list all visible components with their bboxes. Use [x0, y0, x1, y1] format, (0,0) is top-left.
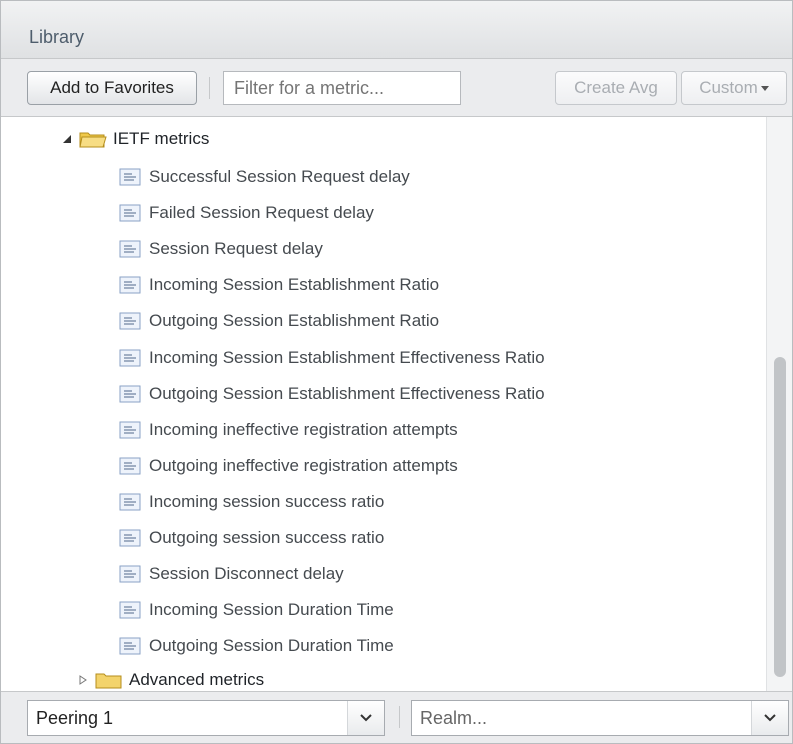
realm-select[interactable]: Realm...	[411, 700, 789, 736]
folder-open-icon	[79, 132, 107, 148]
tree-item-metric[interactable]: Session Disconnect delay	[119, 557, 344, 591]
folder-label: IETF metrics	[113, 129, 210, 148]
metric-label: Incoming session success ratio	[149, 491, 385, 511]
tree-item-metric[interactable]: Outgoing Session Duration Time	[119, 629, 394, 663]
metric-doc-icon	[119, 565, 141, 583]
chevron-down-icon[interactable]	[751, 701, 788, 735]
metric-label: Outgoing Session Establishment Effective…	[149, 383, 545, 403]
metric-doc-icon	[119, 349, 141, 366]
folder-closed-icon	[95, 673, 122, 689]
custom-dropdown-button[interactable]: Custom	[681, 71, 787, 105]
metric-doc-icon	[119, 457, 141, 475]
metric-label: Outgoing session success ratio	[149, 528, 385, 547]
tree-item-metric[interactable]: Outgoing ineffective registration attemp…	[119, 449, 458, 483]
metric-label: Outgoing Session Establishment Ratio	[149, 311, 440, 331]
tree-folder-ietf-metrics[interactable]: IETF metrics	[61, 122, 209, 156]
metric-doc-icon	[119, 493, 141, 511]
metric-label: Session Disconnect delay	[149, 564, 344, 584]
library-toolbar: Add to Favorites Create Avg Custom	[1, 59, 792, 117]
tree-scrollbar[interactable]	[766, 117, 792, 691]
metric-doc-icon	[119, 312, 141, 330]
metric-label: Failed Session Request delay	[149, 203, 374, 223]
tree-item-metric[interactable]: Outgoing Session Establishment Effective…	[119, 377, 545, 411]
tree-item-metric[interactable]: Incoming ineffective registration attemp…	[119, 413, 458, 447]
metric-doc-icon	[119, 601, 141, 619]
collapse-triangle-icon[interactable]	[77, 674, 89, 686]
metric-label: Outgoing ineffective registration attemp…	[149, 455, 458, 475]
metric-doc-icon	[119, 240, 141, 258]
metric-label: Incoming Session Duration Time	[149, 600, 394, 620]
tree-item-metric[interactable]: Incoming Session Establishment Effective…	[119, 341, 545, 375]
chevron-down-icon	[760, 86, 769, 92]
panel-title: Library	[29, 27, 85, 47]
tree-item-metric[interactable]: Session Request delay	[119, 232, 323, 266]
chevron-down-icon[interactable]	[347, 701, 384, 735]
metric-tree: IETF metrics Successful Session Request …	[1, 117, 766, 691]
create-avg-button[interactable]: Create Avg	[555, 71, 677, 105]
filter-metric-input[interactable]	[223, 71, 461, 105]
metric-doc-icon	[119, 529, 141, 547]
peering-value: Peering 1	[36, 708, 114, 728]
metric-label: Session Request delay	[149, 239, 323, 259]
tree-item-metric[interactable]: Incoming Session Duration Time	[119, 593, 394, 627]
metric-label: Outgoing Session Duration Time	[149, 636, 394, 656]
library-header: Library	[1, 1, 792, 59]
metric-label: Incoming ineffective registration attemp…	[149, 419, 458, 439]
metric-doc-icon	[119, 276, 141, 294]
metric-doc-icon	[119, 204, 141, 222]
tree-folder-advanced-metrics[interactable]: Advanced metrics	[77, 663, 264, 691]
peering-select[interactable]: Peering 1	[27, 700, 385, 736]
metric-doc-icon	[119, 421, 141, 439]
filter-bar: Peering 1 Realm...	[1, 691, 792, 743]
tree-item-metric[interactable]: Failed Session Request delay	[119, 196, 374, 230]
tree-item-metric[interactable]: Outgoing session success ratio	[119, 521, 384, 555]
tree-item-metric[interactable]: Successful Session Request delay	[119, 160, 410, 194]
metric-doc-icon	[119, 168, 141, 186]
metric-label: Successful Session Request delay	[149, 167, 410, 186]
tree-item-metric[interactable]: Incoming Session Establishment Ratio	[119, 268, 439, 302]
metric-doc-icon	[119, 385, 141, 403]
metric-label: Incoming Session Establishment Ratio	[149, 275, 440, 295]
tree-item-metric[interactable]: Outgoing Session Establishment Ratio	[119, 304, 439, 338]
toolbar-divider	[209, 77, 210, 99]
bottom-divider	[399, 706, 400, 728]
expand-triangle-icon[interactable]	[61, 133, 73, 145]
metric-doc-icon	[119, 637, 141, 655]
add-to-favorites-button[interactable]: Add to Favorites	[27, 71, 197, 105]
folder-label: Advanced metrics	[129, 670, 265, 689]
tree-item-metric[interactable]: Incoming session success ratio	[119, 485, 384, 519]
metric-label: Incoming Session Establishment Effective…	[149, 347, 545, 367]
custom-label: Custom	[699, 78, 758, 97]
realm-placeholder: Realm...	[420, 708, 488, 728]
scrollbar-thumb[interactable]	[774, 357, 786, 677]
library-panel: Library Add to Favorites Create Avg Cust…	[0, 0, 793, 744]
